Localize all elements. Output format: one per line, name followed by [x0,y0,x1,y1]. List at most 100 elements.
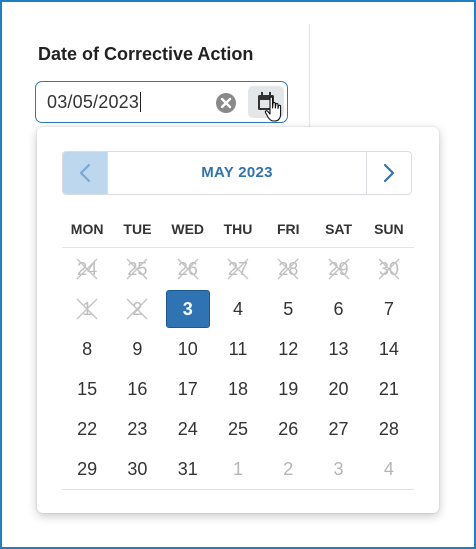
day-cell[interactable]: 5 [263,289,313,329]
day-cell[interactable]: 23 [112,409,162,449]
day-cell[interactable]: 28 [364,409,414,449]
day-cell[interactable]: 30 [112,449,162,489]
adjacent-month-day-cell[interactable]: 3 [313,449,363,489]
weekday-label: TUE [123,221,152,237]
selected-day-cell[interactable]: 3 [163,289,213,329]
weekday-label: THU [223,221,253,237]
weekday-label: WED [171,221,205,237]
weekday-label: SAT [325,221,353,237]
day-number: 1 [232,459,243,479]
day-number: 13 [328,339,349,359]
day-number: 12 [278,339,299,359]
day-cell[interactable]: 29 [62,449,112,489]
day-cell[interactable]: 20 [313,369,363,409]
day-cell[interactable]: 27 [313,409,363,449]
day-number: 26 [278,419,299,439]
date-input[interactable]: 03/05/2023 [35,81,288,123]
day-cell[interactable]: 9 [112,329,162,369]
chevron-left-icon [79,163,91,183]
strikethrough-x-icon [277,258,299,280]
day-number: 4 [383,459,394,479]
day-cell[interactable]: 24 [163,409,213,449]
day-number: 30 [127,459,148,479]
day-cell[interactable]: 15 [62,369,112,409]
strikethrough-x-icon [126,298,148,320]
disabled-day-cell: 26 [163,249,213,289]
day-cell[interactable]: 22 [62,409,112,449]
day-number: 2 [283,459,294,479]
day-number: 14 [378,339,399,359]
day-number: 5 [283,299,294,319]
next-month-button[interactable] [366,152,411,194]
day-cell[interactable]: 18 [213,369,263,409]
previous-month-button[interactable] [63,152,108,194]
day-number: 22 [77,419,98,439]
day-number: 31 [177,459,198,479]
disabled-day-cell: 2 [112,289,162,329]
day-number: 3 [182,299,193,319]
day-cell[interactable]: 31 [163,449,213,489]
strikethrough-x-icon [76,298,98,320]
day-number: 18 [227,379,248,399]
day-number: 29 [77,459,98,479]
disabled-day-cell: 30 [364,249,414,289]
strikethrough-x-icon [328,258,350,280]
day-cell[interactable]: 19 [263,369,313,409]
day-cell[interactable]: 21 [364,369,414,409]
day-cell[interactable]: 10 [163,329,213,369]
disabled-day-cell: 25 [112,249,162,289]
day-number: 7 [383,299,394,319]
day-cell[interactable]: 17 [163,369,213,409]
text-caret [140,92,142,112]
month-title[interactable]: MAY 2023 [107,152,367,194]
adjacent-month-day-cell[interactable]: 2 [263,449,313,489]
day-number: 15 [77,379,98,399]
day-number: 20 [328,379,349,399]
disabled-day-cell: 24 [62,249,112,289]
weekday-label: SUN [374,221,404,237]
day-number: 23 [127,419,148,439]
day-cell[interactable]: 11 [213,329,263,369]
day-number: 10 [177,339,198,359]
day-cell[interactable]: 14 [364,329,414,369]
strikethrough-x-icon [177,258,199,280]
disabled-day-cell: 29 [313,249,363,289]
day-number: 25 [227,419,248,439]
clear-x-circle-icon[interactable] [215,92,237,114]
day-number: 17 [177,379,198,399]
adjacent-month-day-cell[interactable]: 1 [213,449,263,489]
day-number: 11 [228,339,248,359]
strikethrough-x-icon [76,258,98,280]
day-cell[interactable]: 13 [313,329,363,369]
day-number: 8 [82,339,93,359]
day-number: 3 [333,459,344,479]
date-picker-popup: MAY 2023 MON TUE WED THU FRI SAT SUN 24 2… [37,127,439,513]
strikethrough-x-icon [378,258,400,280]
day-number: 28 [378,419,399,439]
adjacent-month-day-cell[interactable]: 4 [364,449,414,489]
disabled-day-cell: 28 [263,249,313,289]
field-label: Date of Corrective Action [38,44,254,64]
calendar-header: MAY 2023 [62,151,412,195]
day-number: 19 [278,379,299,399]
date-input-value[interactable]: 03/05/2023 [47,92,142,113]
day-cell[interactable]: 26 [263,409,313,449]
disabled-day-cell: 27 [213,249,263,289]
day-cell[interactable]: 6 [313,289,363,329]
day-cell[interactable]: 12 [263,329,313,369]
day-cell[interactable]: 8 [62,329,112,369]
weekday-label: FRI [277,221,300,237]
day-cell[interactable]: 16 [112,369,162,409]
day-cell[interactable]: 4 [213,289,263,329]
day-number: 24 [177,419,198,439]
day-number: 6 [333,299,344,319]
weekday-header-row: MON TUE WED THU FRI SAT SUN [62,217,414,248]
day-cell[interactable]: 7 [364,289,414,329]
day-number: 21 [378,379,399,399]
strikethrough-x-icon [227,258,249,280]
weekday-label: MON [70,221,104,237]
calendar-day-grid: 24 25 26 27 28 29 30 1 2 3 4 5 6 7 8 9 10 11 12 13 14 15 16 17 1… [62,249,414,490]
day-cell[interactable]: 25 [213,409,263,449]
chevron-right-icon [383,163,395,183]
day-number: 27 [328,419,349,439]
